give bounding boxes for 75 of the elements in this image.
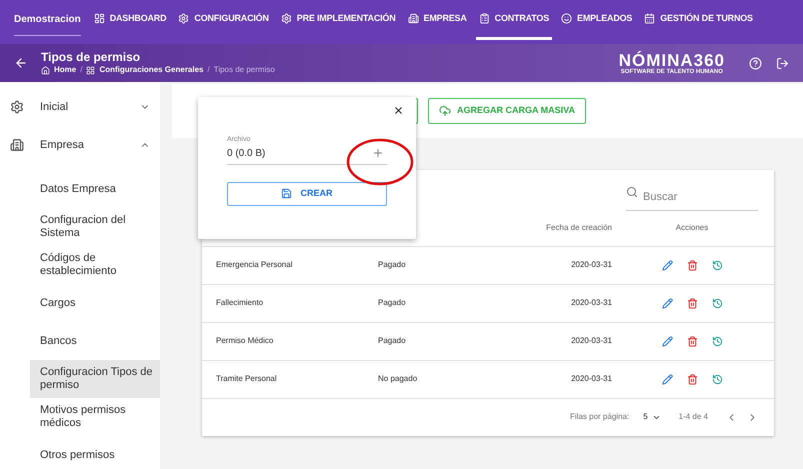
breadcrumb-current: Tipos de permiso [214,64,275,76]
face-icon [561,13,572,24]
table-cell-text: No pagado [378,373,418,385]
table-cell-text: 2020-03-31 [570,297,612,309]
nav-tab[interactable]: EMPRESA [404,0,470,40]
trash-icon[interactable] [686,336,698,346]
table-cell-text: Emergencia Personal [215,259,294,271]
help-icon[interactable] [749,56,762,70]
close-icon[interactable] [393,105,404,116]
history-icon[interactable] [712,336,722,346]
table-cell-text: Permiso Médico [215,335,274,347]
sidebar-item[interactable]: Bancos [30,322,160,360]
table-cell-text: Fallecimiento [215,297,264,309]
back-icon[interactable] [14,56,28,70]
plus-icon[interactable] [372,147,384,159]
table-cell-text: 2020-03-31 [570,373,612,385]
column-header: Acciones [674,222,710,234]
nav-tab[interactable]: DASHBOARD [90,0,170,40]
grid-icon [86,66,96,74]
breadcrumb-link[interactable]: Home [54,64,76,76]
sidebar-group[interactable]: Empresa [0,126,160,164]
nav-tab[interactable]: CONFIGURACIÓN [175,0,272,40]
page-range: 1-4 de 4 [678,411,708,423]
table-cell-text: Pagado [378,335,407,347]
sidebar-item[interactable]: Motivos permisos médicos [30,398,160,436]
page-title: Tipos de permiso [41,50,142,64]
sidebar-item[interactable]: Cargos [30,284,160,322]
rows-per-page-select[interactable]: 5 [643,411,661,423]
edit-icon[interactable] [662,336,672,346]
breadcrumb-separator: / [208,64,210,76]
table-cell-text: Pagado [378,297,407,309]
history-icon[interactable] [712,374,722,384]
sidebar-item[interactable]: Configuracion Tipos de permiso [30,360,160,398]
brand-tab[interactable]: Demostracion [14,4,81,36]
logout-icon[interactable] [776,56,789,70]
calendar-icon [644,13,656,24]
edit-icon[interactable] [662,374,672,384]
clipboard-icon [478,13,490,24]
table-cell-text: Pagado [378,259,407,271]
table-cell-text: 2020-03-31 [570,259,612,271]
save-icon [281,188,292,199]
history-icon[interactable] [712,260,722,270]
edit-icon[interactable] [662,298,672,308]
column-header: Fecha de creación [545,222,612,234]
nav-tab[interactable]: GESTIÓN DE TURNOS [641,0,756,40]
sidebar-item[interactable]: Datos Empresa [30,170,160,208]
gear-icon [178,13,190,24]
dashboard-icon [94,13,105,24]
nav-tab[interactable]: PRE IMPLEMENTACIÓN [278,0,399,40]
sidebar-item[interactable]: Otros permisos [30,436,160,469]
sidebar-group[interactable]: Inicial [0,88,160,126]
edit-icon[interactable] [662,260,672,270]
home-icon [41,66,50,74]
trash-icon[interactable] [686,298,698,308]
gear-icon [280,13,292,24]
sidebar-item[interactable]: Configuracion del Sistema [30,208,160,246]
search-icon [626,186,638,198]
nav-tab[interactable]: EMPLEADOS [558,0,636,40]
trash-icon[interactable] [686,260,698,270]
cloud-upload-icon [439,105,451,117]
sidebar-item[interactable]: Códigos de establecimiento [30,246,160,284]
search-field[interactable]: Buscar [626,189,758,210]
table-cell-text: 2020-03-31 [570,335,612,347]
nav-tab[interactable]: CONTRATOS [476,0,552,40]
history-icon[interactable] [712,298,722,308]
rows-per-page-label: Filas por página: [570,411,630,423]
building-icon [10,138,24,152]
table-cell-text: Tramite Personal [215,373,278,385]
building-icon [408,13,419,24]
annotation-circle [345,137,415,187]
create-button[interactable]: CREAR [227,182,387,206]
breadcrumb-separator: / [80,64,82,76]
gear-icon [10,100,24,114]
breadcrumb-link[interactable]: Configuraciones Generales [99,64,204,76]
trash-icon[interactable] [686,374,698,384]
